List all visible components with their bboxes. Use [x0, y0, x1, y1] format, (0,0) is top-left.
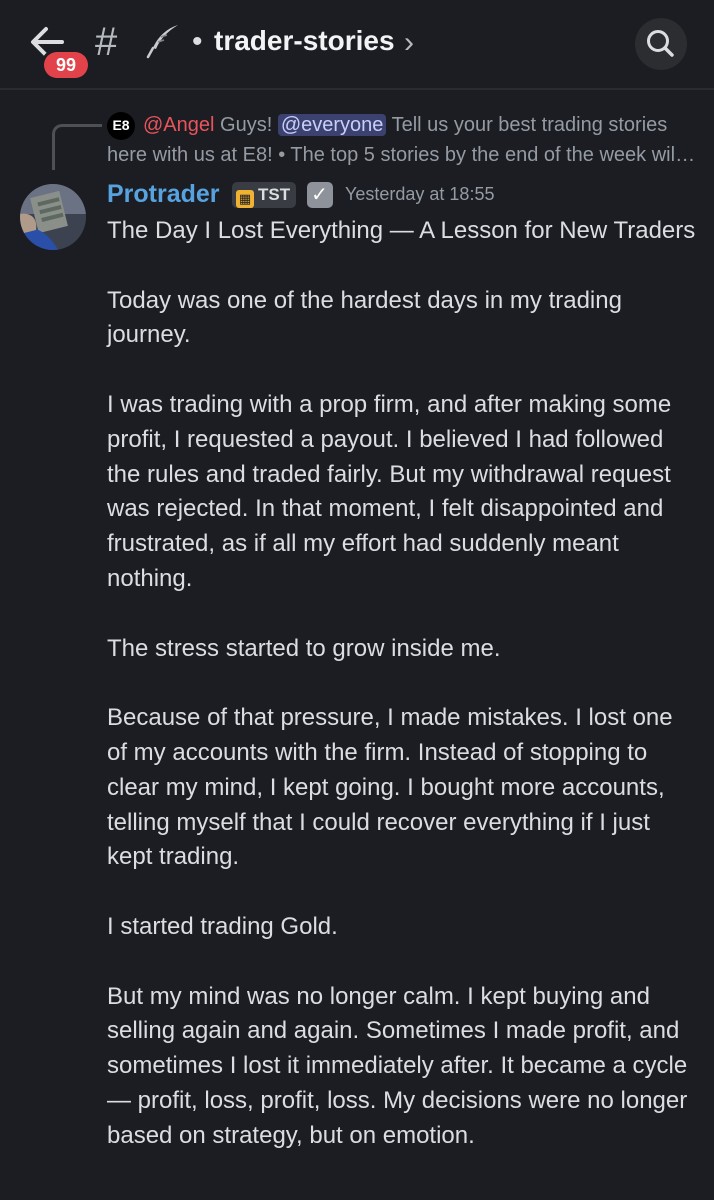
reply-author[interactable]: @Angel: [143, 114, 214, 136]
reply-preview[interactable]: @Angel Guys! @everyone Tell us your best…: [107, 110, 697, 170]
message-paragraph: Today was one of the hardest days in my …: [107, 286, 622, 349]
channel-name[interactable]: trader-stories: [214, 22, 395, 60]
unread-badge: 99: [44, 52, 88, 78]
checkmark-icon: ✓: [306, 181, 333, 208]
avatar[interactable]: [20, 184, 86, 250]
reply-text-before: Guys!: [214, 114, 278, 136]
server-tag[interactable]: ▦ TST: [232, 181, 297, 208]
chevron-right-icon[interactable]: ›: [404, 26, 414, 60]
tag-label: TST: [258, 184, 291, 204]
mention-everyone[interactable]: @everyone: [277, 114, 387, 136]
message-paragraph: I was trading with a prop firm, and afte…: [107, 390, 672, 592]
message-paragraph: The stress started to grow inside me.: [107, 634, 501, 662]
quill-icon: [144, 22, 182, 60]
header-divider: [0, 88, 714, 90]
message-paragraph: Because of that pressure, I made mistake…: [107, 704, 673, 871]
reply-connector: [52, 124, 102, 170]
message-paragraph: I started trading Gold.: [107, 912, 338, 940]
message-header: Protrader ▦ TST ✓ Yesterday at 18:55: [107, 180, 494, 216]
message-paragraph: The Day I Lost Everything — A Lesson for…: [107, 217, 696, 244]
search-button[interactable]: [635, 18, 687, 70]
reply-avatar[interactable]: E8: [107, 112, 135, 140]
message-body: The Day I Lost Everything — A Lesson for…: [107, 214, 697, 1188]
tag-icon: ▦: [236, 189, 254, 208]
channel-header: 99 # • trader-stories ›: [0, 0, 714, 88]
hash-icon: #: [95, 20, 118, 64]
message-paragraph: But my mind was no longer calm. I kept b…: [107, 982, 688, 1149]
separator-dot: •: [192, 25, 203, 58]
search-icon: [647, 30, 674, 57]
author-name[interactable]: Protrader: [107, 180, 220, 208]
timestamp: Yesterday at 18:55: [345, 184, 495, 204]
